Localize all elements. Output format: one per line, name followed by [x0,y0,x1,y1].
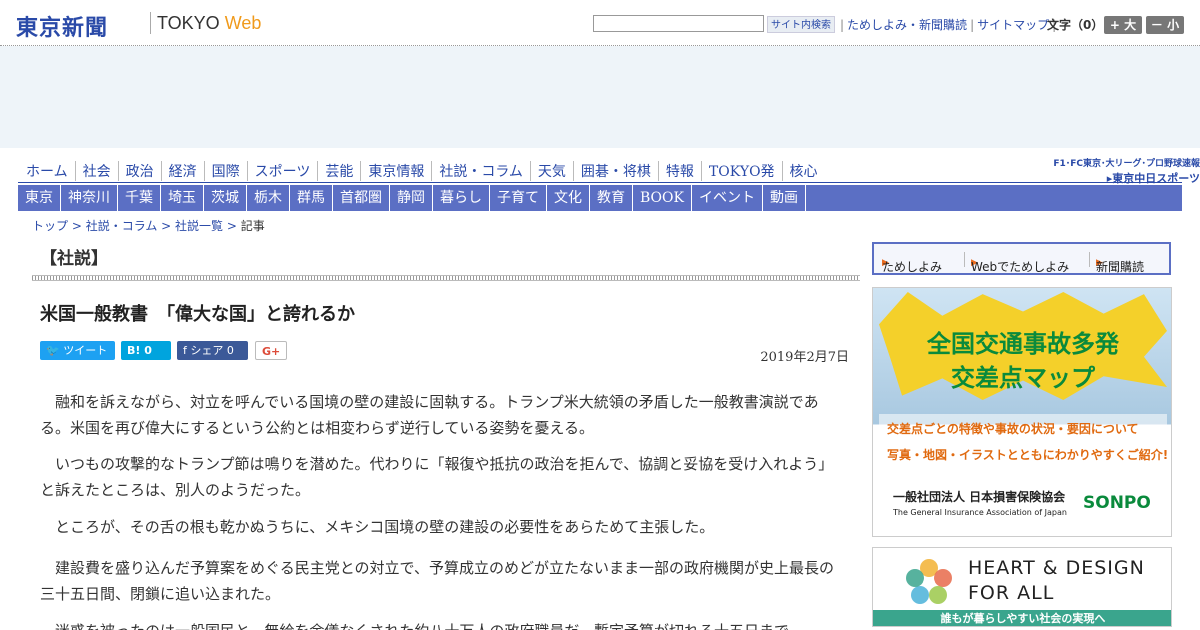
logo-web-text[interactable]: TOKYO Web [157,13,261,34]
gnav-item[interactable]: 経済 [160,161,204,181]
gnav-item[interactable]: 国際 [203,161,247,181]
ad2-heading-2: FOR ALL [968,582,1055,604]
heart-design-ad[interactable]: HEART & DESIGN FOR ALL 誰もが暮らしやすい社会の実現へ [872,547,1172,627]
article-paragraph: ところが、その舌の根も乾かぬうちに、メキシコ国境の壁の建設の必要性をあらためて主… [55,518,715,536]
header-links: | ためしよみ・新聞購読 | サイトマップ | [837,16,1059,33]
lnav-item[interactable]: 埼玉 [161,185,204,211]
global-nav-items: ホーム 社会 政治 経済 国際 スポーツ 芸能 東京情報 社説・コラム 天気 囲碁・将棋 特報 TOKY… [18,161,825,181]
twitter-icon: 🐦 [46,344,60,357]
gnav-item[interactable]: 天気 [529,161,573,181]
breadcrumb-sep: > [223,219,241,233]
breadcrumb-editorial-list[interactable]: 社説一覧 [175,219,223,233]
ad2-heading-1: HEART & DESIGN [968,557,1145,579]
tweet-label: ツイート [63,344,108,357]
lnav-item[interactable]: イベント [692,185,763,211]
lnav-item[interactable]: BOOK [633,185,692,211]
gnav-item[interactable]: 囲碁・将棋 [572,161,658,181]
ad1-subtitle-1: 交差点ごとの特徴や事故の状況・要因について [887,422,1139,436]
section-title: 【社説】 [40,249,108,269]
lnav-item[interactable]: 栃木 [247,185,290,211]
search-input[interactable] [593,15,764,32]
chunichi-sports-link[interactable]: F1･FC東京･大リーグ･プロ野球速報 ▸東京中日スポーツ [1040,156,1200,186]
search-button[interactable]: サイト内検索 [767,16,835,33]
header-link-sep: | [970,18,975,32]
header-link-subscribe[interactable]: ためしよみ・新聞購読 [847,18,967,32]
lnav-item[interactable]: 茨城 [204,185,247,211]
lnav-item[interactable]: 東京 [18,185,61,211]
gnav-item[interactable]: 政治 [117,161,161,181]
breadcrumb: トップ > 社説・コラム > 社説一覧 > 記事 [32,217,265,234]
lnav-item[interactable]: 群馬 [290,185,333,211]
font-larger-button[interactable]: + 大 [1104,16,1142,34]
ad1-org-en: The General Insurance Association of Jap… [893,508,1067,517]
gnav-item[interactable]: 特報 [657,161,701,181]
logo-divider [150,12,151,34]
flower-logo-icon [906,559,952,604]
breadcrumb-sep: > [68,219,86,233]
lnav-item[interactable]: 教育 [590,185,633,211]
sidebar-link-sep [1089,252,1090,267]
logo-web-a: TOKYO [157,13,220,33]
article-paragraph: 迷惑を被ったのは一般国民と、無給を余儀なくされた約八十万人の政府職員だ。暫定予算… [40,618,845,630]
gnav-item[interactable]: スポーツ [246,161,318,181]
global-nav: ホーム 社会 政治 経済 国際 スポーツ 芸能 東京情報 社説・コラム 天気 囲碁・将棋 特報 TOKY… [18,157,1200,185]
subscription-links: ▶ ためしよみ ▶ Webでためしよみ ▶ 新聞購読 [872,242,1171,275]
chunichi-line1: F1･FC東京･大リーグ･プロ野球速報 [1053,159,1200,169]
hatena-button[interactable]: B! 0 [121,341,171,360]
facebook-share-button[interactable]: f シェア 0 [177,341,248,360]
article-paragraph: 建設費を盛り込んだ予算案をめぐる民主党との対立で、予算成立のめどが立たないまま一… [40,559,834,603]
section-divider [32,275,860,281]
article-date: 2019年2月7日 [760,350,849,365]
article-paragraph: 融和を訴えながら、対立を呼んでいる国境の壁の建設に固執する。トランプ米大統領の矛… [40,393,819,437]
article-paragraph: いつもの攻撃的なトランプ節は鳴りを潜めた。代わりに「報復や抵抗の政治を拒んで、協… [40,455,834,499]
breadcrumb-sep: > [157,219,176,233]
breadcrumb-current: 記事 [240,219,265,233]
breadcrumb-top[interactable]: トップ [32,219,68,233]
font-smaller-button[interactable]: － 小 [1146,16,1184,34]
header-link-sep: | [840,18,845,32]
google-plus-button[interactable]: G+ [255,341,287,360]
header-link-sitemap[interactable]: サイトマップ [977,18,1049,32]
site-logo[interactable]: 東京新聞 [16,10,108,42]
sonpo-logo: SONPO [1083,493,1151,513]
gnav-item[interactable]: ホーム [18,161,75,181]
gnav-item[interactable]: 芸能 [317,161,360,181]
lnav-item[interactable]: 静岡 [390,185,433,211]
gnav-item[interactable]: 核心 [781,161,825,181]
lnav-item[interactable]: 文化 [547,185,590,211]
gnav-item[interactable]: 社会 [74,161,118,181]
gnav-item[interactable]: 東京情報 [360,161,431,181]
breadcrumb-column[interactable]: 社説・コラム [86,219,158,233]
site-header: 東京新聞 TOKYO Web サイト内検索 | ためしよみ・新聞購読 | サイトマップ… [0,0,1200,46]
article-title: 米国一般教書 「偉大な国」と誇れるか [40,304,355,325]
ad1-title-1: 全国交通事故多発 [927,330,1119,358]
chunichi-line2: ▸東京中日スポーツ [1106,172,1200,185]
lnav-item[interactable]: 動画 [763,185,806,211]
ad1-title-2: 交差点マップ [951,364,1095,392]
sidebar-link-trial-label: ためしよみ [882,260,943,274]
font-size-label: 文字（0） [1047,18,1104,32]
ad2-caption: 誰もが暮らしやすい社会の実現へ [873,610,1171,626]
traffic-map-ad[interactable]: 全国交通事故多発 交差点マップ 交差点ごとの特徴や事故の状況・要因について 写真… [872,287,1172,537]
ad1-org: 一般社団法人 日本損害保険協会 [893,490,1066,504]
logo-web-b: Web [224,13,262,33]
lnav-item[interactable]: 千葉 [118,185,161,211]
gnav-item[interactable]: 社説・コラム [431,161,530,181]
local-nav: 東京 神奈川 千葉 埼玉 茨城 栃木 群馬 首都圏 静岡 暮らし 子育て 文化 教育 BOOK イベント 動画 [18,185,1182,211]
sidebar-link-subscribe-label: 新聞購読 [1096,260,1145,274]
tweet-button[interactable]: 🐦 ツイート [40,341,115,360]
ad1-subtitle-2: 写真・地図・イラストとともにわかりやすくご紹介! [887,448,1169,462]
lnav-item[interactable]: 神奈川 [61,185,118,211]
sidebar-link-web-trial-label: Webでためしよみ [971,260,1070,274]
top-ad-area [0,46,1200,148]
sidebar-link-sep [964,252,965,267]
lnav-item[interactable]: 子育て [490,185,547,211]
lnav-item[interactable]: 首都圏 [333,185,390,211]
lnav-item[interactable]: 暮らし [433,185,490,211]
gnav-item[interactable]: TOKYO発 [700,161,782,181]
